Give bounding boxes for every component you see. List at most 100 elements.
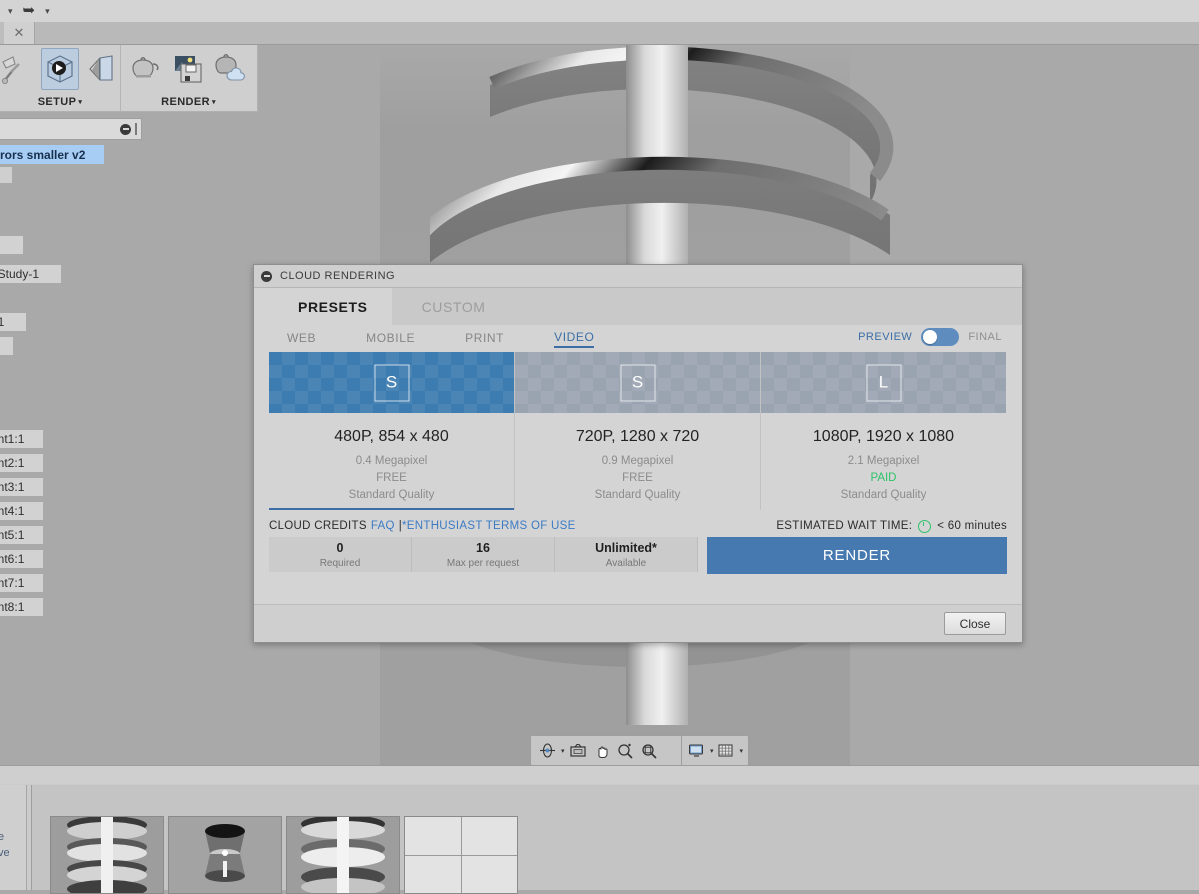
viewport-navigation-bar[interactable]: ▾ [530,735,693,766]
subtab-web[interactable]: WEB [287,331,316,347]
tree-item-8[interactable]: ent5:1 [0,526,43,544]
credit-box-required: 0 Required [269,537,412,572]
setup-caret-icon[interactable]: ▾ [78,99,82,106]
redo-caret-icon[interactable]: ▾ [45,2,50,20]
faq-link[interactable]: FAQ [371,520,395,532]
document-name-tab[interactable]: rors smaller v2 [0,145,104,164]
preset-cards[interactable]: S 480P, 854 x 480 0.4 Megapixel FREE Sta… [269,352,1007,510]
look-at-icon[interactable] [567,740,589,762]
tab-custom[interactable]: CUSTOM [391,288,1022,325]
fit-icon[interactable] [639,740,661,762]
orbit-caret-icon[interactable]: ▾ [561,747,565,755]
timeline-left-text-1[interactable]: ve [0,847,10,859]
ribbon-label-render[interactable]: RENDER ▾ [121,96,256,108]
display-caret-icon[interactable]: ▾ [710,747,714,755]
preset-card-1080p[interactable]: L 1080P, 1920 x 1080 2.1 Megapixel PAID … [761,352,1006,510]
thumbnail-empty-4[interactable] [404,816,518,894]
grid-snaps-icon[interactable] [717,740,736,762]
preset-resolution-480p: 480P, 854 x 480 [334,428,449,445]
preset-megapixel-720p: 0.9 Megapixel [601,455,674,467]
tree-item-9[interactable]: ent6:1 [0,550,43,568]
close-button[interactable]: Close [944,612,1006,635]
quality-toggle-group[interactable]: PREVIEW FINAL [858,328,1002,346]
tree-item-5[interactable]: ent2:1 [0,454,43,472]
render-gallery-icon[interactable] [170,49,208,89]
setup-label-text: SETUP [37,96,77,108]
tree-item-6[interactable]: ent3:1 [0,478,43,496]
toggle-label-preview[interactable]: PREVIEW [858,331,912,343]
preset-info-720p: 720P, 1280 x 720 0.9 Megapixel FREE Stan… [515,413,760,501]
tree-item-4[interactable]: ent1:1 [0,430,43,448]
subtab-video[interactable]: VIDEO [554,330,595,348]
dialog-title-bar[interactable]: CLOUD RENDERING [254,265,1022,288]
cloud-rendering-dialog[interactable]: CLOUD RENDERING PRESETS CUSTOM WEB MOBIL… [253,264,1023,643]
subtab-mobile[interactable]: MOBILE [366,331,415,347]
tree-item-1[interactable]: nStudy-1 [0,265,61,283]
render-caret-icon[interactable]: ▾ [212,99,216,106]
toggle-label-final[interactable]: FINAL [968,331,1002,343]
collapse-icon[interactable] [120,123,131,135]
preset-quality-1080p: Standard Quality [840,489,927,501]
tree-item-7[interactable]: ent4:1 [0,502,43,520]
thumbnail-cup-2[interactable] [168,816,282,894]
cloud-credits-label: CLOUD CREDITS [269,520,367,532]
close-document-icon[interactable]: ✕ [4,22,35,44]
preset-category-tabs[interactable]: WEB MOBILE PRINT VIDEO PREVIEW FINAL [269,325,1007,352]
decal-icon[interactable] [83,49,120,89]
tree-item-0[interactable]: s [0,236,23,254]
preset-thumbnail-480p[interactable]: S [269,352,514,413]
address-field[interactable] [0,118,142,140]
orbit-icon[interactable] [536,740,558,762]
render-buttons[interactable] [121,47,256,91]
credit-max-value: 16 [476,540,490,555]
thumbnail-helix-1[interactable] [50,816,164,894]
preset-resolution-1080p: 1080P, 1920 x 1080 [812,428,955,445]
quick-access-group[interactable]: ▾ ➥ ▾ [8,2,50,20]
toggle-knob[interactable] [923,330,938,344]
menu-caret-icon[interactable]: ▾ [8,2,13,20]
timeline-left-column[interactable]: e ve [0,785,27,890]
preset-price-720p: FREE [622,472,653,484]
preset-selected-indicator [269,508,514,510]
minus-circle-icon[interactable] [261,270,272,282]
tab-presets[interactable]: PRESETS [274,288,392,325]
preset-thumbnail-1080p[interactable]: L [761,352,1006,413]
tree-item-11[interactable]: ent8:1 [0,598,43,616]
grid-caret-icon[interactable]: ▾ [739,747,743,755]
preset-card-480p[interactable]: S 480P, 854 x 480 0.4 Megapixel FREE Sta… [269,352,515,510]
display-settings-icon[interactable] [687,740,706,762]
credit-box-max: 16 Max per request [412,537,555,572]
timeline-panel: e ve [0,765,1199,894]
ribbon-label-setup[interactable]: SETUP ▾ [0,96,120,108]
quality-toggle[interactable] [921,328,960,346]
subtab-print[interactable]: PRINT [465,331,504,347]
preset-card-720p[interactable]: S 720P, 1280 x 720 0.9 Megapixel FREE St… [515,352,761,510]
render-button[interactable]: RENDER [707,537,1007,574]
preset-thumbnail-720p[interactable]: S [515,352,760,413]
tree-item-2[interactable]: o1 [0,313,26,331]
cloud-render-icon[interactable] [212,49,250,89]
tree-item-3[interactable] [0,337,13,355]
zoom-icon[interactable] [615,740,637,762]
redo-arrow-icon[interactable]: ➥ [23,3,36,19]
preset-resolution-720p: 720P, 1280 x 720 [575,428,700,445]
pan-icon[interactable] [591,740,613,762]
browser-tree[interactable]: s nStudy-1 o1 ent1:1 ent2:1 ent3:1 ent4:… [0,236,61,646]
credit-required-value: 0 [336,540,344,555]
scene-settings-icon[interactable] [0,49,37,89]
terms-of-use-link[interactable]: *ENTHUSIAST TERMS OF USE [402,520,576,532]
preset-size-badge-720p: S [620,364,655,401]
in-canvas-render-icon[interactable] [128,49,166,89]
tree-item-10[interactable]: ent7:1 [0,574,43,592]
timeline-track[interactable] [31,785,1199,894]
viewport-display-bar[interactable]: ▾ ▾ [681,735,749,766]
thumbnail-helix-3[interactable] [286,816,400,894]
ribbon-toolbar[interactable]: SETUP ▾ RENDER ▾ [0,45,258,112]
dialog-tab-bar[interactable]: PRESETS CUSTOM [254,288,1022,325]
preset-price-1080p: PAID [870,472,897,484]
timeline-left-text-0[interactable]: e [0,831,4,843]
setup-buttons[interactable] [0,47,120,91]
quick-access-toolbar[interactable]: ▾ ➥ ▾ [0,0,1199,23]
document-tab-strip[interactable]: ✕ [0,22,1199,45]
appearance-icon[interactable] [40,48,80,90]
